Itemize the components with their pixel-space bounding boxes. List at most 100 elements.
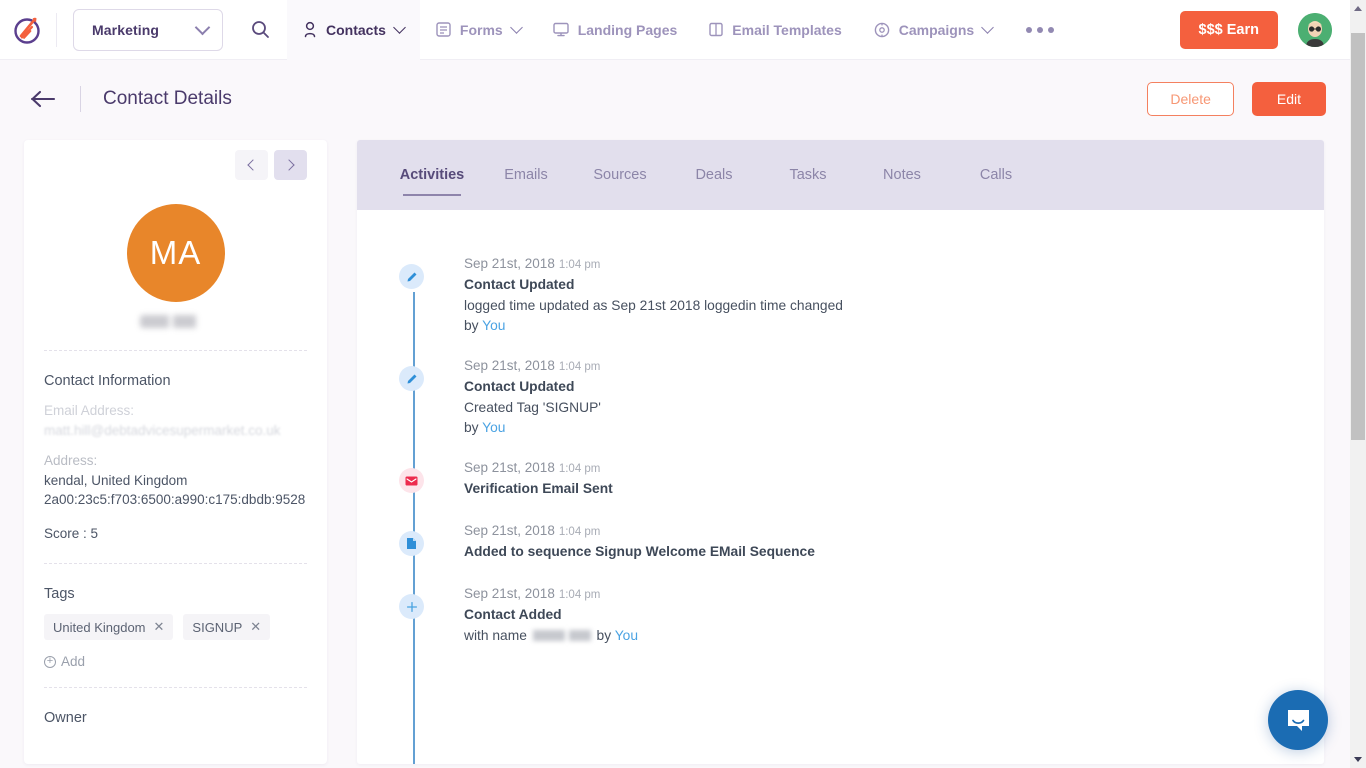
ellipsis-icon bbox=[1048, 27, 1054, 33]
edit-button[interactable]: Edit bbox=[1252, 82, 1326, 116]
contact-person-icon bbox=[303, 21, 317, 38]
scroll-up-icon bbox=[1354, 6, 1362, 11]
chevron-down-icon bbox=[195, 19, 211, 35]
page-scrollbar[interactable] bbox=[1350, 0, 1366, 768]
chevron-right-icon bbox=[283, 159, 294, 170]
activity-date: Sep 21st, 2018 bbox=[464, 358, 555, 373]
tab-label: Activities bbox=[400, 167, 464, 183]
nav-item-email-templates[interactable]: Email Templates bbox=[693, 0, 857, 60]
plus-icon bbox=[399, 594, 424, 619]
top-navigation-bar: Marketing Contacts bbox=[0, 0, 1350, 60]
nav-item-label: Email Templates bbox=[732, 22, 841, 38]
workspace-selector[interactable]: Marketing bbox=[73, 9, 223, 51]
activity-description: Created Tag 'SIGNUP' by You bbox=[464, 398, 601, 438]
scrollbar-thumb[interactable] bbox=[1351, 33, 1365, 440]
nav-item-contacts[interactable]: Contacts bbox=[287, 0, 420, 60]
tab-tasks[interactable]: Tasks bbox=[761, 140, 855, 210]
activity-item[interactable]: Sep 21st, 20181:04 pm Contact Updated Cr… bbox=[399, 358, 1324, 438]
activity-actor-link[interactable]: You bbox=[482, 420, 505, 435]
tab-activities[interactable]: Activities bbox=[385, 140, 479, 210]
chevron-down-icon bbox=[510, 21, 523, 34]
ellipsis-icon bbox=[1037, 27, 1043, 33]
activity-title: Contact Added bbox=[464, 607, 638, 622]
scroll-down-button[interactable] bbox=[1350, 751, 1366, 768]
chat-launcher-button[interactable] bbox=[1268, 690, 1328, 750]
activity-date: Sep 21st, 2018 bbox=[464, 460, 555, 475]
nav-item-landing-pages[interactable]: Landing Pages bbox=[537, 0, 694, 60]
plus-circle-icon: + bbox=[44, 656, 56, 668]
avatar[interactable] bbox=[1298, 13, 1332, 47]
details-tabs: Activities Emails Sources Deals Tasks No… bbox=[357, 140, 1324, 210]
tag-chip[interactable]: SIGNUP ✕ bbox=[183, 614, 270, 640]
tab-emails[interactable]: Emails bbox=[479, 140, 573, 210]
activity-actor-link[interactable]: You bbox=[615, 628, 638, 643]
search-icon bbox=[251, 20, 270, 39]
divider bbox=[44, 350, 307, 351]
close-icon[interactable]: ✕ bbox=[154, 619, 165, 635]
next-contact-button[interactable] bbox=[274, 150, 307, 180]
chevron-down-icon bbox=[981, 21, 994, 34]
tab-label: Deals bbox=[695, 167, 732, 183]
tab-deals[interactable]: Deals bbox=[667, 140, 761, 210]
activity-time: 1:04 pm bbox=[559, 526, 601, 538]
more-menu-button[interactable] bbox=[1008, 0, 1072, 60]
tab-label: Emails bbox=[504, 167, 548, 183]
owner-heading: Owner bbox=[44, 710, 307, 726]
activity-actor-link[interactable]: You bbox=[482, 318, 505, 333]
nav-item-label: Campaigns bbox=[899, 22, 974, 38]
tab-notes[interactable]: Notes bbox=[855, 140, 949, 210]
nav-item-label: Landing Pages bbox=[578, 22, 678, 38]
tab-calls[interactable]: Calls bbox=[949, 140, 1043, 210]
workspace-label: Marketing bbox=[92, 22, 159, 38]
activity-title: Contact Updated bbox=[464, 379, 601, 394]
activity-date: Sep 21st, 2018 bbox=[464, 586, 555, 601]
activity-timestamp: Sep 21st, 20181:04 pm bbox=[464, 256, 843, 271]
activity-description: logged time updated as Sep 21st 2018 log… bbox=[464, 296, 843, 336]
earn-button[interactable]: $$$ Earn bbox=[1180, 11, 1278, 49]
page-title: Contact Details bbox=[103, 88, 232, 110]
tag-chip[interactable]: United Kingdom ✕ bbox=[44, 614, 173, 640]
activity-item[interactable]: Sep 21st, 2018 1:04 pm Verification Email… bbox=[399, 460, 1324, 496]
activity-timestamp: Sep 21st, 2018 1:04 pm bbox=[464, 460, 613, 475]
tag-label: United Kingdom bbox=[53, 620, 146, 635]
pencil-edit-icon bbox=[399, 366, 424, 391]
activity-item[interactable]: Sep 21st, 20181:04 pm Contact Added with… bbox=[399, 586, 1324, 646]
add-tag-button[interactable]: + Add bbox=[44, 654, 307, 669]
nav-item-campaigns[interactable]: Campaigns bbox=[858, 0, 1008, 60]
scroll-up-button[interactable] bbox=[1350, 0, 1366, 17]
email-address-value: matt.hill@debtadvicesupermarket.co.uk bbox=[44, 421, 307, 440]
app-logo[interactable] bbox=[0, 0, 56, 60]
back-button[interactable] bbox=[30, 90, 56, 108]
document-icon bbox=[399, 531, 424, 556]
delete-button[interactable]: Delete bbox=[1147, 82, 1233, 116]
chevron-down-icon bbox=[393, 21, 406, 34]
previous-contact-button[interactable] bbox=[235, 150, 268, 180]
activity-by-prefix: by bbox=[464, 318, 482, 333]
tab-sources[interactable]: Sources bbox=[573, 140, 667, 210]
nav-item-label: Contacts bbox=[326, 22, 386, 38]
activity-title: Verification Email Sent bbox=[464, 481, 613, 496]
contact-details-panel: Activities Emails Sources Deals Tasks No… bbox=[357, 140, 1324, 764]
add-tag-label: Add bbox=[61, 654, 85, 669]
search-button[interactable] bbox=[233, 0, 287, 60]
nav-item-label: Forms bbox=[460, 22, 503, 38]
activity-time: 1:04 pm bbox=[559, 463, 601, 475]
page-subheader: Contact Details Delete Edit bbox=[0, 60, 1350, 138]
close-icon[interactable]: ✕ bbox=[250, 619, 261, 635]
activity-by-prefix: by bbox=[464, 420, 482, 435]
activity-date: Sep 21st, 2018 bbox=[464, 523, 555, 538]
tab-label: Calls bbox=[980, 167, 1012, 183]
nav-item-forms[interactable]: Forms bbox=[420, 0, 537, 60]
activity-item[interactable]: Sep 21st, 20181:04 pm Contact Updated lo… bbox=[399, 256, 1324, 336]
form-icon bbox=[436, 22, 451, 37]
tag-list: United Kingdom ✕ SIGNUP ✕ bbox=[44, 614, 307, 640]
nav-items: Contacts Forms bbox=[287, 0, 1072, 60]
activity-timeline: Sep 21st, 2018 1:04 pm Contact Updated lo… bbox=[357, 210, 1324, 646]
address-label: Address: bbox=[44, 453, 307, 468]
ellipsis-icon bbox=[1026, 27, 1032, 33]
activity-desc-text: with name bbox=[464, 628, 531, 643]
activity-title: Added to sequence Signup Welcome EMail S… bbox=[464, 544, 815, 559]
contact-summary-card: MA Contact Information Email Address: ma… bbox=[24, 140, 327, 764]
activity-by-prefix: by bbox=[593, 628, 615, 643]
activity-item[interactable]: Sep 21st, 2018 1:04 pm Added to sequence … bbox=[399, 523, 1324, 559]
